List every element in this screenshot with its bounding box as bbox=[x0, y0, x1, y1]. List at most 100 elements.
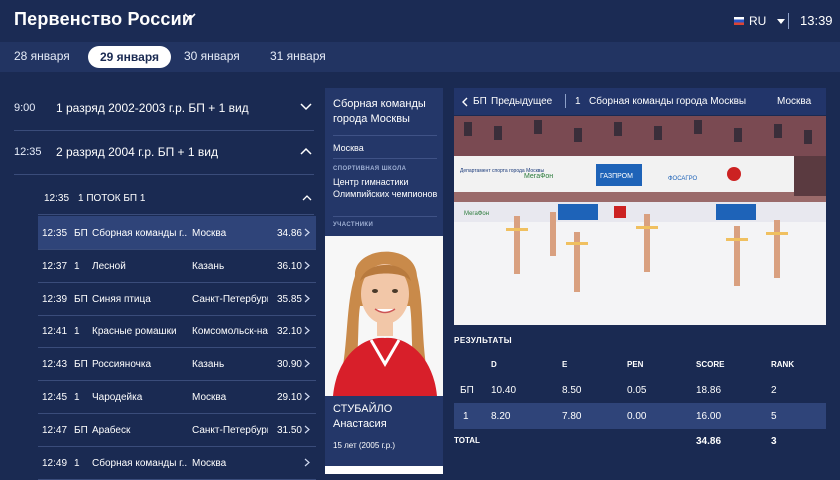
chevron-right-icon bbox=[304, 392, 310, 401]
tab-date-28[interactable]: 28 января bbox=[14, 49, 70, 63]
athlete-age: 15 лет (2005 г.р.) bbox=[333, 441, 396, 450]
tab-date-31[interactable]: 31 января bbox=[270, 49, 326, 63]
performance-seq: БП bbox=[74, 424, 88, 436]
schedule-group[interactable]: 12:35 2 разряд 2004 г.р. БП + 1 вид bbox=[14, 132, 314, 175]
tab-date-30[interactable]: 30 января bbox=[184, 49, 240, 63]
performance-city: Москва bbox=[192, 228, 227, 239]
performance-score: 35.85 bbox=[276, 293, 302, 305]
stream-group[interactable]: 12:35 1 ПОТОК БП 1 bbox=[38, 182, 314, 215]
performance-team: Сборная команды г... bbox=[92, 457, 188, 469]
group-time: 9:00 bbox=[14, 102, 36, 114]
performance-score: 31.50 bbox=[276, 424, 302, 436]
performance-row[interactable]: 12:39 БП Синяя птица Санкт-Петербург 35.85 bbox=[38, 282, 316, 316]
participants-caption: УЧАСТНИКИ bbox=[333, 222, 374, 228]
performance-team: Синяя птица bbox=[92, 293, 151, 305]
chevron-right-icon bbox=[304, 425, 310, 434]
tab-date-29[interactable]: 29 января bbox=[88, 46, 171, 68]
col-header-d: D bbox=[491, 360, 497, 369]
performance-team: Арабеск bbox=[92, 424, 131, 436]
performance-city: Москва bbox=[192, 392, 227, 403]
performance-time: 12:35 bbox=[42, 228, 68, 239]
result-rank: 5 bbox=[771, 411, 777, 422]
performance-team: Чародейка bbox=[92, 392, 143, 403]
performance-team: Красные ромашки bbox=[92, 326, 177, 338]
performance-row[interactable]: 12:35 БП Сборная команды г... Москва 34.86 bbox=[38, 216, 316, 250]
performance-row[interactable]: 12:49 1 Сборная команды г... Москва bbox=[38, 446, 316, 480]
group-label: 1 разряд 2002-2003 г.р. БП + 1 вид bbox=[56, 101, 249, 115]
col-header-score: SCORE bbox=[696, 360, 725, 369]
chevron-right-icon bbox=[304, 458, 310, 467]
performance-time: 12:41 bbox=[42, 326, 68, 338]
result-row: 1 8.20 7.80 0.00 16.00 5 bbox=[454, 403, 826, 429]
performance-nav: БП Предыдущее 1 Сборная команды города М… bbox=[454, 88, 826, 115]
team-detail-panel: Сборная команды города Москвы Москва СПО… bbox=[325, 88, 443, 474]
chevron-right-icon bbox=[304, 359, 310, 368]
result-label: 1 bbox=[463, 411, 469, 422]
performance-row[interactable]: 12:41 1 Красные ромашки Комсомольск-на... 32… bbox=[38, 314, 316, 349]
performance-row[interactable]: 12:43 БП Россияночка Казань 30.90 bbox=[38, 347, 316, 382]
performance-row[interactable]: 12:37 1 Лесной Казань 36.10 bbox=[38, 249, 316, 283]
divider bbox=[333, 216, 437, 217]
performance-seq: БП bbox=[74, 293, 88, 305]
athlete-name: СТУБАЙЛО Анастасия bbox=[333, 403, 393, 430]
performance-city: Комсомольск-на... bbox=[192, 326, 268, 338]
school-caption: СПОРТИВНАЯ ШКОЛА bbox=[333, 166, 407, 172]
language-selector[interactable]: RU bbox=[734, 14, 786, 28]
performance-row[interactable]: 12:45 1 Чародейка Москва 29.10 bbox=[38, 380, 316, 414]
video-banner-2: МегаФон bbox=[524, 173, 553, 180]
result-d: 8.20 bbox=[491, 411, 511, 422]
group-time: 12:35 bbox=[14, 146, 42, 158]
performance-seq: 1 bbox=[74, 457, 80, 469]
col-header-e: E bbox=[562, 360, 568, 369]
video-banner-3: ГАЗПРОМ bbox=[600, 173, 633, 180]
competition-title[interactable]: Первенство России bbox=[14, 9, 193, 30]
result-pen: 0.05 bbox=[627, 385, 647, 396]
result-pen: 0.00 bbox=[627, 411, 647, 422]
performance-panel: БП Предыдущее 1 Сборная команды города М… bbox=[454, 88, 826, 474]
total-rank: 3 bbox=[771, 436, 777, 447]
result-row: БП 10.40 8.50 0.05 18.86 2 bbox=[454, 377, 826, 403]
caret-down-icon bbox=[777, 18, 786, 24]
date-tabs: 28 января 29 января 30 января 31 января bbox=[0, 42, 840, 72]
nav-team: Сборная команды города Москвы bbox=[589, 96, 747, 107]
schedule-group[interactable]: 9:00 1 разряд 2002-2003 г.р. БП + 1 вид bbox=[14, 88, 314, 131]
performance-score: 34.86 bbox=[276, 228, 302, 239]
top-bar: Первенство России RU 13:39 bbox=[0, 0, 840, 42]
nav-city: Москва bbox=[777, 96, 812, 107]
performance-video[interactable]: Департамент спорта города Москвы МегаФон… bbox=[454, 116, 826, 325]
chevron-right-icon bbox=[304, 261, 310, 270]
performance-seq: 1 bbox=[74, 392, 80, 403]
result-score: 16.00 bbox=[696, 411, 722, 422]
performance-seq: 1 bbox=[74, 260, 80, 272]
performance-team: Лесной bbox=[92, 260, 126, 272]
previous-button[interactable]: Предыдущее bbox=[491, 96, 552, 107]
stream-time: 12:35 bbox=[44, 193, 70, 204]
performance-city: Санкт-Петербург bbox=[192, 293, 268, 305]
video-banner-4: ФОСАГРО bbox=[668, 176, 698, 182]
results-title: РЕЗУЛЬТАТЫ bbox=[454, 336, 513, 345]
performance-time: 12:45 bbox=[42, 392, 68, 403]
athlete-photo bbox=[325, 236, 443, 396]
performance-city: Москва bbox=[192, 457, 227, 469]
performance-row[interactable]: 12:47 БП Арабеск Санкт-Петербург 31.50 bbox=[38, 413, 316, 447]
schedule-list: 9:00 1 разряд 2002-2003 г.р. БП + 1 вид … bbox=[0, 88, 316, 480]
performance-city: Санкт-Петербург bbox=[192, 424, 268, 436]
chevron-left-icon[interactable] bbox=[462, 97, 468, 107]
chevron-right-icon bbox=[304, 228, 310, 237]
performance-city: Казань bbox=[192, 359, 225, 371]
chevron-right-icon bbox=[304, 294, 310, 303]
performance-score: 32.10 bbox=[276, 326, 302, 338]
result-e: 7.80 bbox=[562, 411, 582, 422]
chevron-down-icon[interactable] bbox=[184, 12, 196, 22]
performance-time: 12:49 bbox=[42, 457, 68, 469]
total-label: TOTAL bbox=[454, 436, 480, 445]
divider bbox=[333, 158, 437, 159]
team-city: Москва bbox=[333, 143, 364, 153]
performance-time: 12:37 bbox=[42, 260, 68, 272]
stream-label: 1 ПОТОК БП 1 bbox=[78, 193, 146, 204]
divider bbox=[788, 13, 789, 29]
nav-seq: БП bbox=[473, 96, 487, 107]
russian-flag-icon bbox=[734, 17, 744, 25]
divider bbox=[565, 94, 566, 108]
total-score: 34.86 bbox=[696, 436, 722, 447]
